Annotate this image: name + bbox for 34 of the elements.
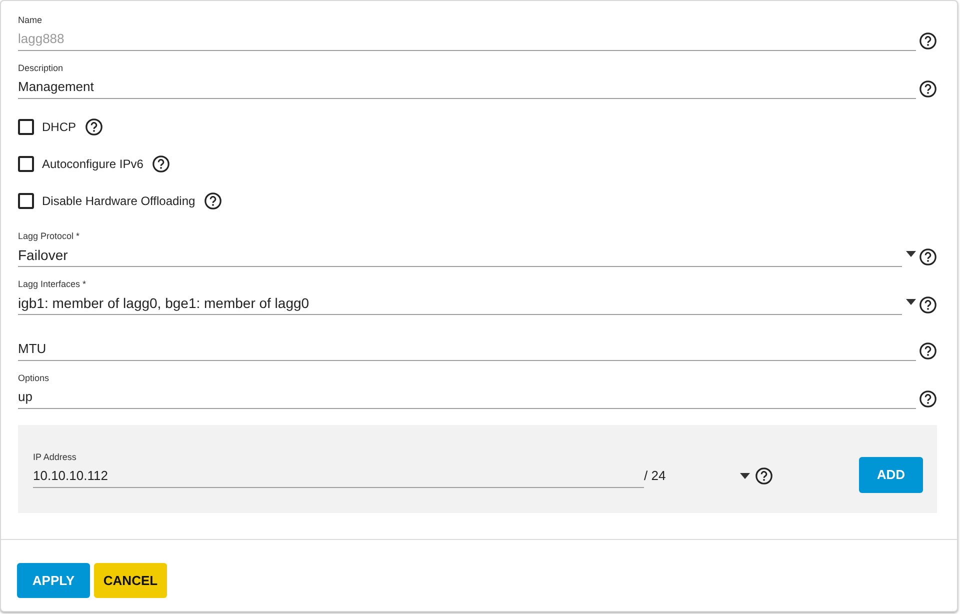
select-value[interactable]: igb1: member of lagg0, bge1: member of lagg0 (18, 295, 902, 311)
field-label: Lagg Interfaces * (18, 278, 88, 290)
field-label: Name (18, 14, 44, 26)
dropdown-caret-icon[interactable] (906, 251, 916, 257)
help-icon[interactable] (204, 192, 222, 210)
field-label: Description (18, 62, 64, 74)
help-icon[interactable] (919, 296, 937, 314)
cancel-button[interactable]: CANCEL (94, 563, 167, 598)
checkbox-label: Autoconfigure IPv6 (42, 156, 144, 172)
mtu-field[interactable]: MTU (18, 341, 916, 357)
help-icon[interactable] (919, 32, 937, 50)
help-icon[interactable] (919, 80, 937, 98)
help-icon[interactable] (755, 466, 773, 484)
checkbox[interactable] (18, 156, 34, 172)
help-icon[interactable] (919, 248, 937, 266)
select-value[interactable]: Failover (18, 247, 902, 263)
checkbox-label: DHCP (42, 118, 76, 136)
dropdown-caret-icon[interactable] (740, 472, 750, 478)
netmask-value: / 24 (644, 466, 667, 485)
netmask-select[interactable]: / 24 (644, 466, 750, 486)
help-icon[interactable] (919, 342, 937, 360)
ip-address-field[interactable]: 10.10.10.112 (33, 468, 644, 484)
field-label: Lagg Protocol * (18, 230, 81, 242)
checkbox[interactable] (18, 192, 34, 208)
checkbox-label: Disable Hardware Offloading (42, 192, 196, 210)
help-icon[interactable] (85, 118, 104, 136)
field-label: Options (18, 372, 50, 384)
checkbox[interactable] (18, 118, 34, 134)
text-field[interactable]: up (18, 389, 916, 405)
field-label: IP Address (33, 450, 78, 462)
dropdown-caret-icon[interactable] (906, 299, 916, 305)
help-icon[interactable] (919, 390, 937, 408)
text-field[interactable]: Management (18, 79, 916, 95)
help-icon[interactable] (152, 154, 170, 172)
